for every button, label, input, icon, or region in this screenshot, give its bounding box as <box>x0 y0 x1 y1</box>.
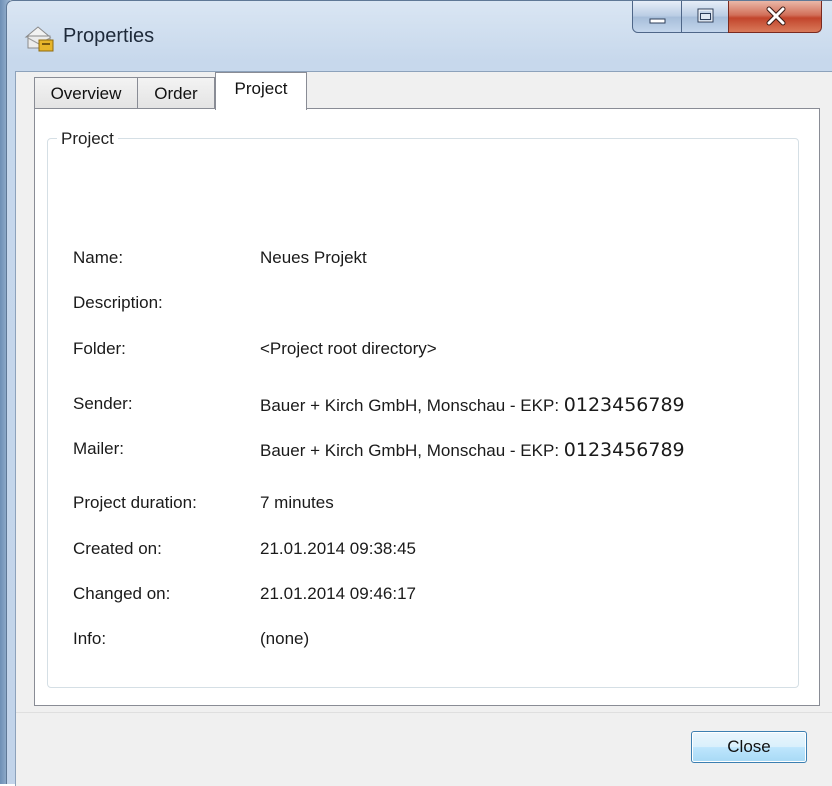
properties-folder-icon <box>23 23 57 53</box>
minimize-button[interactable] <box>632 1 682 33</box>
footer-divider <box>16 712 832 713</box>
close-button[interactable]: Close <box>691 731 807 763</box>
field-value-text: Bauer + Kirch GmbH, Monschau - EKP: <box>260 441 564 460</box>
tab-panel-project: Project Name: Neues Projekt Description:… <box>34 108 820 706</box>
ekp-number: 0123456789 <box>563 439 685 461</box>
field-label: Created on: <box>73 539 162 558</box>
field-value: 21.01.2014 09:38:45 <box>260 539 416 558</box>
tab-label: Order <box>154 83 198 103</box>
close-icon <box>766 6 786 26</box>
field-value: Bauer + Kirch GmbH, Monschau - EKP: 0123… <box>260 439 685 461</box>
tab-label: Overview <box>50 83 122 103</box>
tab-overview[interactable]: Overview <box>34 77 138 109</box>
field-label: Project duration: <box>73 493 197 512</box>
field-row-folder: Folder: <Project root directory> <box>73 339 793 363</box>
field-row-created-on: Created on: 21.01.2014 09:38:45 <box>73 539 793 563</box>
field-value-text: Bauer + Kirch GmbH, Monschau - EKP: <box>260 396 564 415</box>
field-label: Changed on: <box>73 584 171 603</box>
maximize-button[interactable] <box>681 1 729 33</box>
tab-project[interactable]: Project <box>215 72 307 110</box>
tab-order[interactable]: Order <box>137 77 215 109</box>
field-value: Neues Projekt <box>260 248 367 267</box>
field-value: 7 minutes <box>260 493 334 512</box>
field-label: Name: <box>73 248 124 267</box>
title-bar[interactable]: Properties <box>7 1 832 71</box>
maximize-icon <box>697 8 714 23</box>
window-title: Properties <box>63 25 155 47</box>
field-row-info: Info: (none) <box>73 629 793 653</box>
field-label: Description: <box>73 293 163 312</box>
field-row-project-duration: Project duration: 7 minutes <box>73 493 793 517</box>
dialog-client-area: Overview Order Project Project Name: Neu… <box>15 71 832 786</box>
field-label: Info: <box>73 629 107 648</box>
field-label: Mailer: <box>73 439 125 458</box>
field-value: 21.01.2014 09:46:17 <box>260 584 416 603</box>
field-row-mailer: Mailer: Bauer + Kirch GmbH, Monschau - E… <box>73 439 793 463</box>
tab-label: Project <box>234 79 288 98</box>
field-row-description: Description: <box>73 293 793 317</box>
field-row-changed-on: Changed on: 21.01.2014 09:46:17 <box>73 584 793 608</box>
field-value: Bauer + Kirch GmbH, Monschau - EKP: 0123… <box>260 394 685 416</box>
close-window-button[interactable] <box>728 1 822 33</box>
field-value: <Project root directory> <box>260 339 437 358</box>
field-row-name: Name: Neues Projekt <box>73 248 793 272</box>
field-label: Sender: <box>73 394 133 413</box>
field-value: (none) <box>260 629 310 648</box>
minimize-icon <box>649 18 666 24</box>
field-row-sender: Sender: Bauer + Kirch GmbH, Monschau - E… <box>73 394 793 418</box>
ekp-number: 0123456789 <box>563 394 685 416</box>
properties-window: Properties Overview Order Project Projec… <box>6 0 832 786</box>
field-label: Folder: <box>73 339 126 358</box>
group-title: Project <box>57 129 118 149</box>
